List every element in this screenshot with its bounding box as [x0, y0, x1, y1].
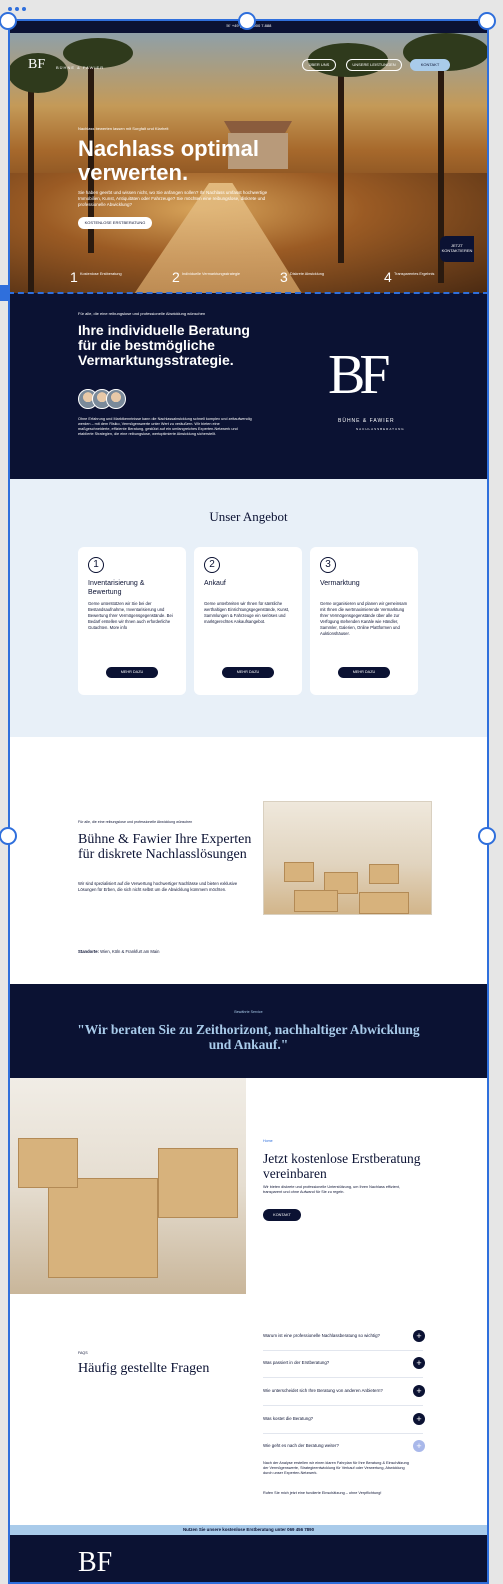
tree-canopy [63, 38, 133, 68]
about-title: Ihre individuelle Beratung für die bestm… [78, 322, 250, 368]
card-title: Vermarktung [320, 580, 360, 587]
experts-text: Wir sind spezialisiert auf die Verwertun… [78, 881, 238, 892]
hero-contact-badge[interactable]: JETZT KONTAKTIEREN [440, 236, 474, 262]
quote-section: Bewährte Service "Wir beraten Sie zu Zei… [8, 984, 489, 1078]
footer-logo[interactable]: BF [78, 1547, 112, 1579]
resize-handle-right[interactable] [478, 827, 496, 845]
location-value: Wien, Köln & Frankfurt am Main [100, 949, 160, 954]
card-more-button[interactable]: MEHR DAZU [106, 667, 158, 678]
location-label: Standorte: [78, 949, 99, 954]
crate [369, 864, 399, 884]
service-card: 1 Inventarisierung & Bewertung Gerne unt… [78, 547, 186, 695]
tree [338, 63, 344, 263]
tree [28, 73, 34, 293]
cta-eyebrow[interactable]: Home [263, 1139, 273, 1143]
drop-marker [0, 285, 8, 301]
hero-title: Nachlass optimal verwerten. [78, 136, 259, 185]
angebot-title: Unser Angebot [209, 509, 288, 524]
hero-eyebrow: Nachlass bewerten lassen mit Sorgfalt un… [78, 126, 169, 131]
faq-question[interactable]: Warum ist eine professionelle Nachlassbe… [263, 1333, 380, 1338]
card-more-button[interactable]: MEHR DAZU [222, 667, 274, 678]
step-number: 2 [172, 269, 180, 285]
experts-title: Bühne & Fawier Ihre Experten für diskret… [78, 832, 252, 862]
hero-cta-button[interactable]: KOSTENLOSE ERSTBERATUNG [78, 217, 152, 229]
experts-eyebrow: Für alle, die eine reibungslose und prof… [78, 820, 193, 824]
about-section: Für alle, die eine reibungslose und prof… [8, 293, 489, 479]
card-text: Gerne organisieren und planen wir gemein… [320, 601, 408, 636]
faq-eyebrow: FAQS [78, 1351, 88, 1355]
faq-item[interactable]: Warum ist eine professionelle Nachlassbe… [263, 1325, 425, 1351]
bf-logo-name: BÜHNE & FAWIER [338, 418, 395, 424]
about-eyebrow: Für alle, die eine reibungslose und prof… [78, 311, 206, 316]
nav-services-button[interactable]: UNSERE LEISTUNGEN [346, 59, 402, 71]
hero-subtitle: Sie haben geerbt und wissen nicht, wo Si… [78, 190, 268, 207]
faq-item-open[interactable]: Wie geht es nach der Beratung weiter? + [263, 1435, 425, 1461]
step-label: Transparentes Ergebnis [394, 272, 435, 276]
page-frame: ☏ +49 (0) 000 000 7.888 BF BÜHNE & FAWIE… [8, 19, 489, 1584]
crate [359, 892, 409, 914]
step-number: 1 [70, 269, 78, 285]
plus-icon[interactable]: + [413, 1357, 425, 1369]
plus-icon[interactable]: + [413, 1385, 425, 1397]
nav-contact-button[interactable]: KONTAKT [410, 59, 450, 71]
experts-image [263, 801, 432, 915]
angebot-section: Unser Angebot 1 Inventarisierung & Bewer… [8, 479, 489, 737]
bf-logo-sub: NACHLASSBERATUNG [356, 427, 405, 431]
step-label: Kostenlose Erstberatung [80, 272, 122, 276]
card-number: 1 [88, 557, 104, 573]
cta-contact-button[interactable]: KONTAKT [263, 1209, 301, 1221]
crate [158, 1148, 238, 1218]
hero-section: BF BÜHNE & FAWIER ÜBER UNS UNSERE LEISTU… [8, 33, 489, 293]
crate [18, 1138, 78, 1188]
section-divider-guide [8, 292, 489, 294]
plus-icon[interactable]: + [413, 1440, 425, 1452]
card-title: Ankauf [204, 580, 226, 587]
service-card: 3 Vermarktung Gerne organisieren und pla… [310, 547, 418, 695]
card-text: Gerne unterbreiten wir Ihnen für sämtlic… [204, 601, 290, 624]
resize-handle-top-right[interactable] [478, 12, 496, 30]
experts-location: Standorte: Wien, Köln & Frankfurt am Mai… [78, 949, 159, 954]
card-title: Inventarisierung & Bewertung [88, 580, 145, 596]
card-number: 3 [320, 557, 336, 573]
faq-title: Häufig gestellte Fragen [78, 1361, 210, 1376]
bf-logo-icon: BF [328, 344, 390, 406]
about-text: Ohne Erfahrung und Marktkenntnisse kann … [78, 417, 252, 436]
step-label: Individuelle Vermarktungsstrategie [182, 272, 241, 276]
faq-item[interactable]: Was kostet die Beratung? + [263, 1408, 425, 1434]
crate [48, 1178, 158, 1278]
avatar [106, 389, 126, 409]
faq-question[interactable]: Wie unterscheidet sich Ihre Beratung von… [263, 1388, 383, 1393]
resize-handle-top[interactable] [238, 12, 256, 30]
cta-title: Jetzt kostenlose Erstberatung vereinbare… [263, 1151, 421, 1181]
faq-answer-note: Rufen Sie mich jetzt eine fundierte Eins… [263, 1491, 382, 1495]
cta-image [8, 1078, 246, 1294]
step-number: 3 [280, 269, 288, 285]
quote-eyebrow: Bewährte Service [234, 1010, 263, 1014]
plus-icon[interactable]: + [413, 1413, 425, 1425]
faq-question[interactable]: Was kostet die Beratung? [263, 1416, 313, 1421]
footer-callbar[interactable]: Nutzen Sie unsere kostenlose Erstberatun… [8, 1525, 489, 1535]
crate [284, 862, 314, 882]
quote-text: "Wir beraten Sie zu Zeithorizont, nachha… [77, 1022, 420, 1052]
nav-logo[interactable]: BF [28, 57, 45, 73]
step-number: 4 [384, 269, 392, 285]
service-card: 2 Ankauf Gerne unterbreiten wir Ihnen fü… [194, 547, 302, 695]
card-text: Gerne unterstützen wir Sie bei der Besta… [88, 601, 173, 630]
faq-item[interactable]: Wie unterscheidet sich Ihre Beratung von… [263, 1380, 425, 1406]
plus-icon[interactable]: + [413, 1330, 425, 1342]
faq-question[interactable]: Wie geht es nach der Beratung weiter? [263, 1443, 339, 1448]
step-label: Diskrete Abwicklung [290, 272, 324, 276]
footer: BF [8, 1535, 489, 1584]
card-more-button[interactable]: MEHR DAZU [338, 667, 390, 678]
faq-item[interactable]: Was passiert in der Erstberatung? + [263, 1352, 425, 1378]
nav-about-button[interactable]: ÜBER UNS [302, 59, 336, 71]
card-number: 2 [204, 557, 220, 573]
faq-answer: Nach der Analyse erstellen wir einen kla… [263, 1461, 409, 1475]
nav-brand[interactable]: BÜHNE & FAWIER [56, 65, 104, 70]
crate [294, 890, 338, 912]
faq-question[interactable]: Was passiert in der Erstberatung? [263, 1360, 329, 1365]
cta-text: Wir bieten diskrete und professionelle U… [263, 1185, 400, 1194]
